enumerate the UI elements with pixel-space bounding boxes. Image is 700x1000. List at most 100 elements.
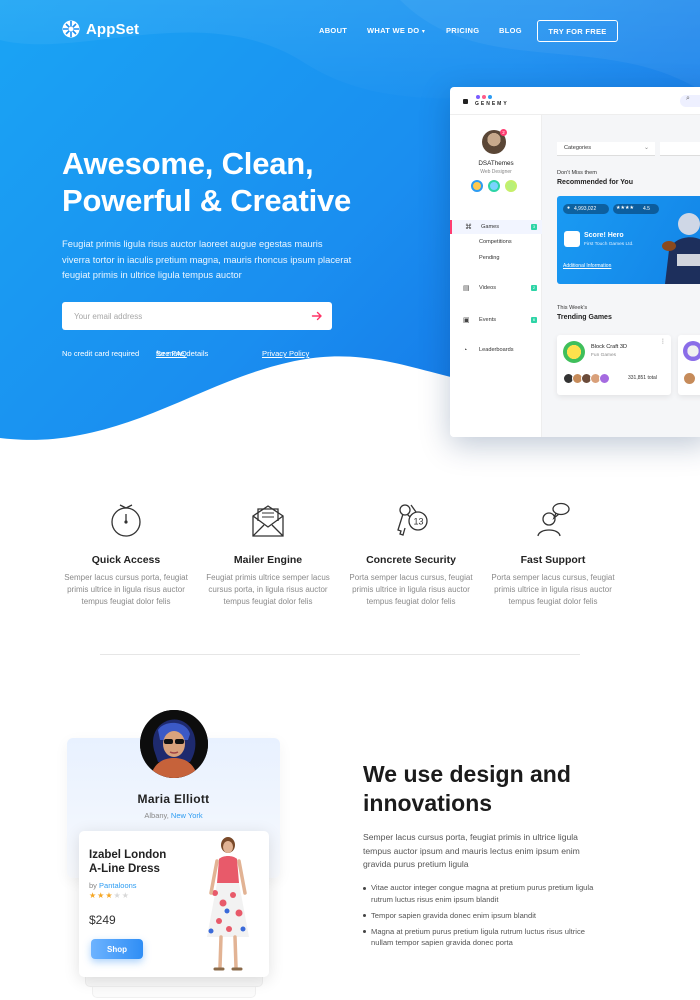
feature-title: Concrete Security <box>366 554 456 566</box>
product-rating: ★★★★★ <box>89 891 130 900</box>
menu-label: Videos <box>479 285 497 291</box>
hero-title-line2: Powerful & Creative <box>62 183 352 218</box>
menu-badge: 6 <box>531 317 537 323</box>
nav-what-we-do-label: WHAT WE DO <box>367 26 420 35</box>
nav-about[interactable]: ABOUT <box>319 26 347 35</box>
feature-description: Porta semper lacus cursus, feugiat primi… <box>349 573 473 606</box>
team-avatar <box>505 180 517 192</box>
player-avatar <box>684 373 695 384</box>
hero-title: Awesome, Clean, Powerful & Creative <box>62 145 422 219</box>
user-chat-icon <box>537 502 570 537</box>
mockup-search-pill[interactable] <box>680 95 700 107</box>
user-icon: ● <box>567 205 571 211</box>
top-navbar: AppSet ABOUT WHAT WE DO ▾ PRICING BLOG T… <box>0 0 700 60</box>
hero-description: Feugiat primis ligula risus auctor laore… <box>62 238 352 280</box>
product-by: by <box>89 881 100 890</box>
additional-info-link[interactable]: Additional Information <box>563 263 611 269</box>
mockup-sidebar: 2 DSAThemes Web Designer ⌘ Games 3 Compe… <box>450 115 542 437</box>
profile-state: New York <box>170 811 203 820</box>
menu-badge: 2 <box>531 285 537 291</box>
star-outline-icon: ★ <box>113 891 122 900</box>
feature-mailer-engine: Mailer Engine Feugiat primis ultrice sem… <box>198 500 338 608</box>
mockup-menu-games[interactable]: ⌘ Games 3 <box>450 220 542 234</box>
gamepad-icon: ⌘ <box>465 224 472 231</box>
mockup-menu-events[interactable]: ▣ Events 6 <box>450 313 542 327</box>
nav-what-we-do[interactable]: WHAT WE DO ▾ <box>367 26 425 35</box>
menu-label: Pending <box>479 255 500 261</box>
feature-title: Quick Access <box>91 554 161 566</box>
filter-tab[interactable] <box>660 142 700 156</box>
more-options-icon[interactable]: ⋮ <box>660 338 666 345</box>
privacy-policy-link[interactable]: Privacy Policy <box>262 349 309 358</box>
design-description: Semper lacus cursus porta, feugiat primi… <box>363 832 580 869</box>
feature-description: Porta semper lacus cursus, feugiat primi… <box>491 573 615 606</box>
trend-game-studio: Fun Games <box>591 353 617 358</box>
menu-label: Competitions <box>479 239 512 245</box>
downloads-count: 4,993,022 <box>574 206 597 212</box>
star-outline-icon: ★ <box>121 891 130 900</box>
envelope-icon <box>252 505 284 537</box>
game-thumb <box>563 341 585 363</box>
trend-game-name: Block Craft 3D <box>591 344 628 350</box>
mockup-menu-icon[interactable] <box>463 99 468 104</box>
stopwatch-icon <box>111 504 141 537</box>
list-item: Vitae auctor integer congue magna at pre… <box>363 882 608 905</box>
chat-icon: ▣ <box>463 317 470 324</box>
recommended-subtitle: Don't Miss them <box>557 170 597 176</box>
design-heading: We use design and innovations <box>363 760 623 818</box>
featured-game-card[interactable]: ● 4,993,022 ★★★★ 4.5 Score! Hero First T… <box>557 196 700 284</box>
feature-concrete-security: 13 Concrete Security Porta semper lacus … <box>341 500 481 608</box>
trend-total: 331,851 total <box>628 375 657 381</box>
email-form <box>62 302 332 330</box>
mockup-app-name: GENEMY <box>475 101 509 107</box>
faq-suffix: for more details <box>156 349 209 358</box>
trending-game-card-2[interactable] <box>678 335 700 395</box>
mockup-topbar: GENEMY ⌕ <box>450 87 700 115</box>
try-for-free-button[interactable]: TRY FOR FREE <box>537 20 618 42</box>
shop-button[interactable]: Shop <box>91 939 143 959</box>
mockup-menu-leaderboards[interactable]: ◔ Leaderboards <box>450 343 542 357</box>
notification-badge: 2 <box>500 129 507 136</box>
list-item: Tempor sapien gravida donec enim ipsum b… <box>363 910 608 922</box>
nav-blog[interactable]: BLOG <box>499 26 522 35</box>
trending-title: Trending Games <box>557 314 612 321</box>
menu-badge: 3 <box>531 224 537 230</box>
section-divider <box>100 654 580 655</box>
team-avatar <box>488 180 500 192</box>
mockup-menu-pending[interactable]: Pending <box>450 251 542 265</box>
avatar-photo <box>140 710 208 778</box>
product-title-line1: Izabel London <box>89 849 167 861</box>
categories-select[interactable]: Categories ⌄ <box>557 142 655 156</box>
arrow-right-icon[interactable] <box>311 310 323 322</box>
search-icon: ⌕ <box>686 95 690 102</box>
product-brand-name[interactable]: Pantaloons <box>99 881 137 890</box>
mockup-menu-competitions[interactable]: Competitions <box>450 235 542 249</box>
mockup-team-avatars <box>471 180 517 192</box>
film-icon: ▤ <box>463 285 470 292</box>
brand-name: AppSet <box>86 20 140 38</box>
brand-logo[interactable]: AppSet <box>62 20 139 38</box>
menu-label: Games <box>481 224 500 230</box>
app-mockup: GENEMY ⌕ 2 DSAThemes Web Designer ⌘ Game… <box>450 87 700 437</box>
email-input[interactable] <box>74 311 294 321</box>
product-title: Izabel London A-Line Dress <box>89 848 199 876</box>
categories-label: Categories <box>564 145 592 151</box>
product-price: $249 <box>89 913 116 927</box>
trending-game-card[interactable]: Block Craft 3D Fun Games ⋮ 331,851 total <box>557 335 671 395</box>
mockup-menu-videos[interactable]: ▤ Videos 2 <box>450 281 542 295</box>
menu-label: Leaderboards <box>479 347 514 353</box>
mockup-user-role: Web Designer <box>480 169 512 175</box>
profile-city: Albany, <box>144 811 171 820</box>
gauge-icon: ◔ <box>463 346 468 354</box>
feature-fast-support: Fast Support Porta semper lacus cursus, … <box>483 500 623 608</box>
feature-quick-access: Quick Access Semper lacus cursus porta, … <box>56 500 196 608</box>
player-avatars <box>563 373 610 384</box>
logo-icon <box>62 20 80 38</box>
recommended-title: Recommended for You <box>557 179 633 186</box>
mockup-logo-dots-icon <box>476 95 492 99</box>
mockup-user-name: DSAThemes <box>478 160 514 167</box>
product-title-line2: A-Line Dress <box>89 863 160 875</box>
design-heading-line2: innovations <box>363 790 493 816</box>
no-credit-card-note: No credit card required <box>62 349 140 358</box>
nav-pricing[interactable]: PRICING <box>446 26 479 35</box>
